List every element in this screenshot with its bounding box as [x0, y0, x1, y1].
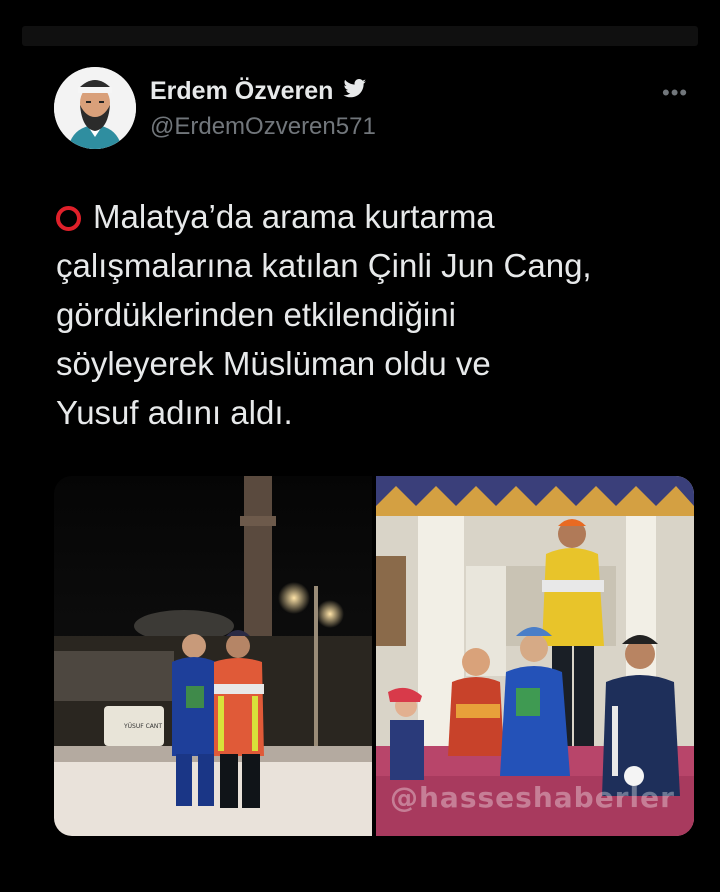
tweet-line-1: Malatya’da arama kurtarma [56, 192, 666, 241]
photo-night-mosque[interactable]: YÜSUF CANT [54, 476, 372, 836]
more-dots-icon[interactable]: ••• [662, 80, 688, 106]
sign-text: YÜSUF CANT [123, 723, 162, 730]
tweet-line-3: gördüklerinden etkilendiğini [56, 296, 456, 333]
tweet-line-4: söyleyerek Müslüman oldu ve [56, 345, 491, 382]
red-circle-icon [56, 206, 81, 231]
author-row: Erdem Özveren [150, 77, 367, 106]
watermark: @hasseshaberler [390, 781, 675, 814]
author-name[interactable]: Erdem Özveren [150, 77, 333, 106]
tweet-text: Malatya’da arama kurtarma çalışmalarına … [56, 192, 666, 437]
twitter-bird-icon [343, 79, 367, 104]
tweet-line-2: çalışmalarına katılan Çinli Jun Cang, [56, 247, 592, 284]
tweet-line-5: Yusuf adını aldı. [56, 394, 293, 431]
author-handle[interactable]: @ErdemOzveren571 [150, 113, 376, 141]
avatar[interactable] [54, 67, 136, 149]
tweet-media[interactable]: YÜSUF CANT @hasseshaberler [54, 476, 694, 836]
photo-group-mosque[interactable]: @hasseshaberler [376, 476, 694, 836]
status-bar [22, 26, 698, 46]
